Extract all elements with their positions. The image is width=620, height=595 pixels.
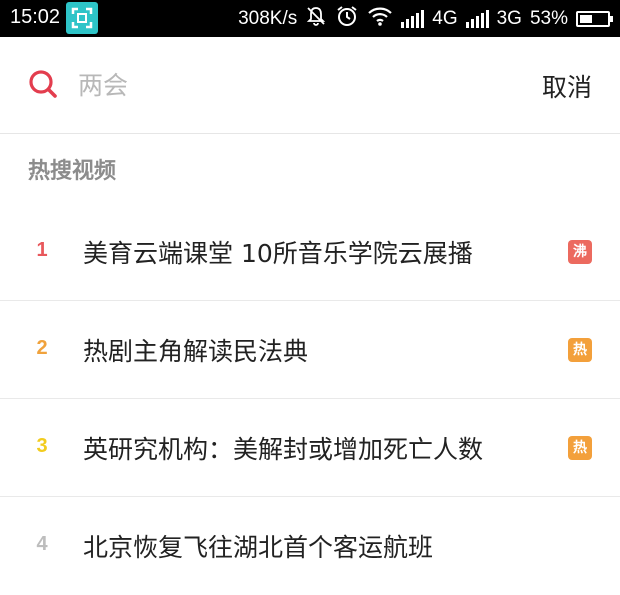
hot-badge: 热 — [568, 338, 592, 362]
rank-number: 4 — [36, 533, 48, 555]
boil-badge: 沸 — [568, 240, 592, 264]
section-title: 热搜视频 — [28, 159, 117, 184]
signal-strength-icon — [401, 10, 425, 28]
list-item[interactable]: 3 英研究机构：美解封或增加死亡人数 热 — [0, 399, 620, 497]
rank-number: 3 — [36, 435, 48, 457]
wifi-icon — [367, 5, 393, 33]
list-item[interactable]: 4 北京恢复飞往湖北首个客运航班 — [0, 497, 620, 595]
cancel-button[interactable]: 取消 — [542, 68, 592, 104]
screenshot-icon — [66, 2, 98, 34]
item-title: 英研究机构：美解封或增加死亡人数 — [83, 435, 484, 464]
search-bar: 取消 — [0, 37, 620, 134]
hot-badge: 热 — [568, 436, 592, 460]
alarm-clock-icon — [335, 4, 359, 34]
list-item[interactable]: 1 美育云端课堂 10所音乐学院云展播 沸 — [0, 203, 620, 301]
rank-number: 2 — [36, 337, 48, 359]
search-input[interactable] — [78, 65, 458, 105]
battery-icon — [576, 11, 613, 27]
status-time: 15:02 — [10, 6, 61, 28]
list-item[interactable]: 2 热剧主角解读民法典 热 — [0, 301, 620, 399]
status-bar: 15:02 308K/s 4G 3G 53% — [0, 0, 620, 37]
item-title: 热剧主角解读民法典 — [83, 337, 309, 366]
battery-percent: 53% — [529, 8, 568, 29]
hot-video-list: 1 美育云端课堂 10所音乐学院云展播 沸 2 热剧主角解读民法典 热 3 英研… — [0, 203, 620, 595]
network-type-1: 4G — [432, 8, 458, 29]
network-speed: 308K/s — [238, 8, 298, 29]
network-type-2: 3G — [496, 8, 522, 29]
item-title: 北京恢复飞往湖北首个客运航班 — [83, 533, 434, 562]
signal-strength-icon — [465, 10, 489, 28]
search-icon — [29, 70, 57, 98]
item-title: 美育云端课堂 10所音乐学院云展播 — [83, 239, 473, 268]
rank-number: 1 — [36, 239, 48, 261]
mute-bell-icon — [305, 5, 327, 33]
